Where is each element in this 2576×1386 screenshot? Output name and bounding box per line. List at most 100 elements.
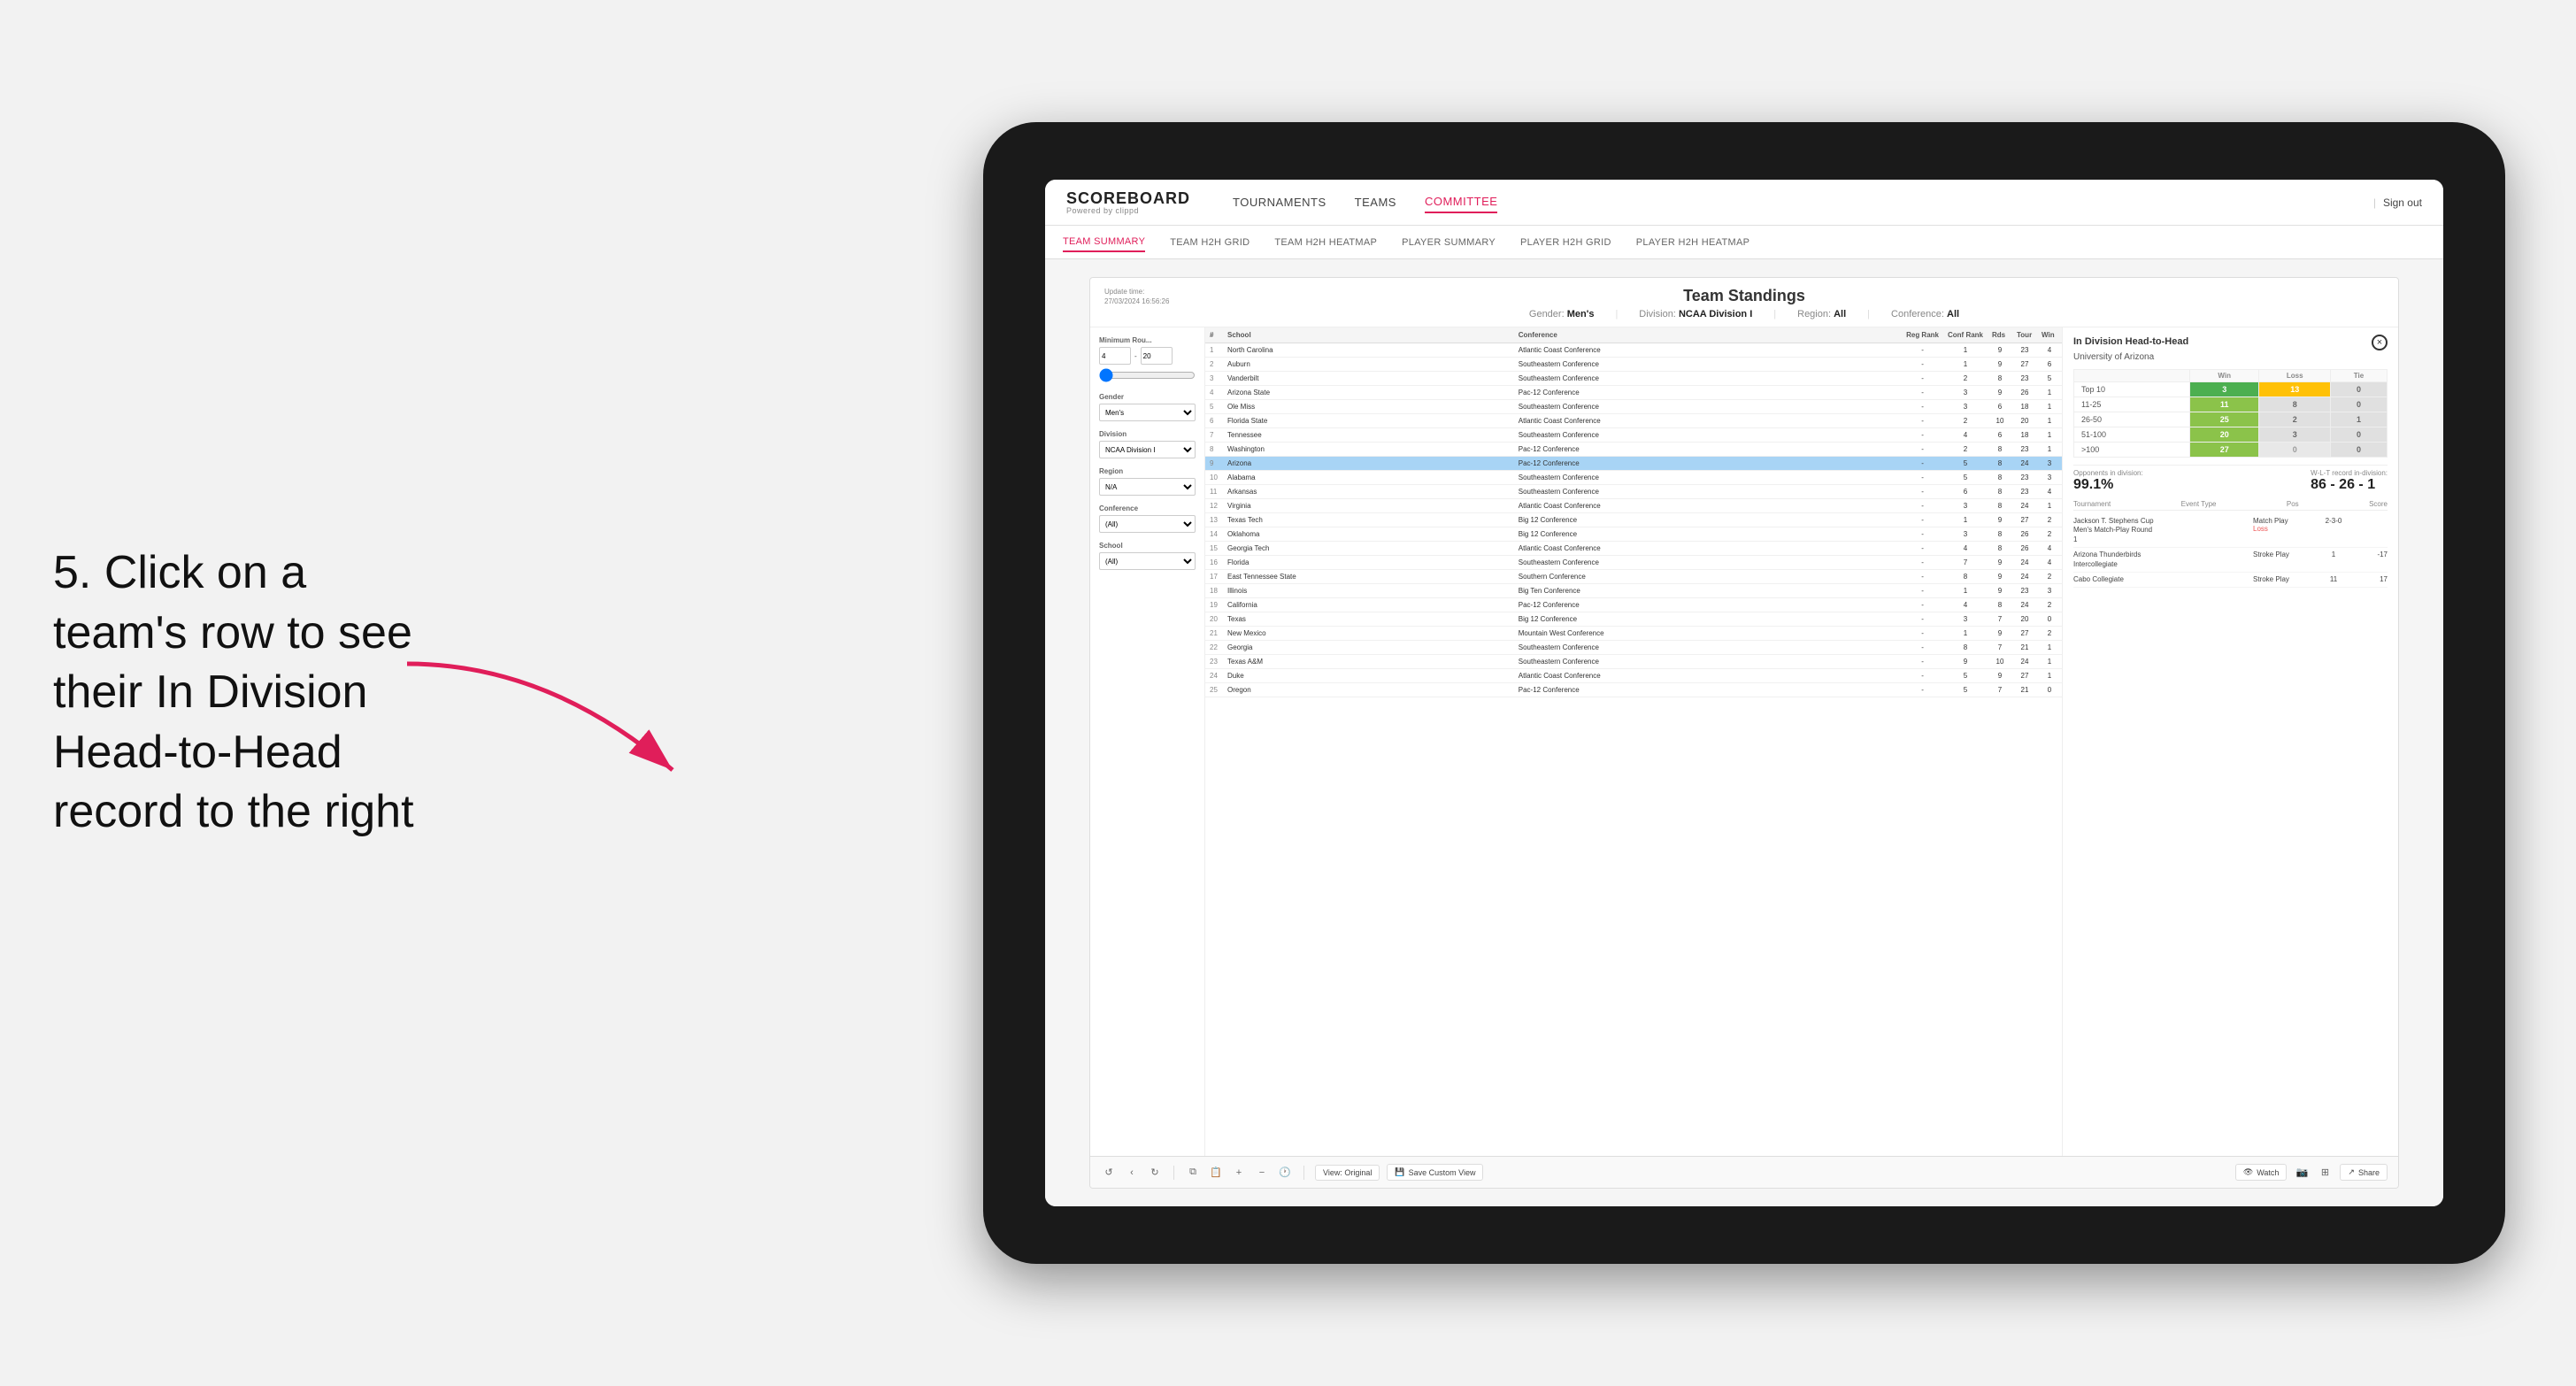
h2h-loss-2650: 2 bbox=[2259, 412, 2330, 427]
cell-school: Texas bbox=[1223, 612, 1514, 627]
undo-icon[interactable]: ↺ bbox=[1101, 1165, 1117, 1181]
filter-group-region: Region N/A bbox=[1099, 467, 1196, 496]
tournament-row-3[interactable]: Cabo Collegiate Stroke Play 11 17 bbox=[2073, 573, 2388, 588]
table-row[interactable]: 17 East Tennessee State Southern Confere… bbox=[1205, 570, 2062, 584]
table-row[interactable]: 16 Florida Southeastern Conference - 7 9… bbox=[1205, 556, 2062, 570]
cell-conference: Southeastern Conference bbox=[1514, 428, 1902, 443]
nav-committee[interactable]: COMMITTEE bbox=[1425, 191, 1498, 213]
table-row[interactable]: 20 Texas Big 12 Conference - 3 7 20 0 bbox=[1205, 612, 2062, 627]
record-label: W-L-T record in-division: bbox=[2311, 469, 2388, 477]
table-row[interactable]: 10 Alabama Southeastern Conference - 5 8… bbox=[1205, 471, 2062, 485]
h2h-row-1125[interactable]: 11-25 11 8 0 bbox=[2074, 397, 2388, 412]
gender-select[interactable]: Men's bbox=[1099, 404, 1196, 421]
cell-win: 1 bbox=[2037, 669, 2062, 683]
table-row[interactable]: 1 North Carolina Atlantic Coast Conferen… bbox=[1205, 343, 2062, 358]
table-row[interactable]: 12 Virginia Atlantic Coast Conference - … bbox=[1205, 499, 2062, 513]
cell-school: North Carolina bbox=[1223, 343, 1514, 358]
table-row[interactable]: 14 Oklahoma Big 12 Conference - 3 8 26 2 bbox=[1205, 527, 2062, 542]
subnav-player-h2h-heatmap[interactable]: PLAYER H2H HEATMAP bbox=[1636, 234, 1749, 251]
subnav-player-summary[interactable]: PLAYER SUMMARY bbox=[1402, 234, 1496, 251]
table-row[interactable]: 15 Georgia Tech Atlantic Coast Conferenc… bbox=[1205, 542, 2062, 556]
table-row[interactable]: 9 Arizona Pac-12 Conference - 5 8 24 3 bbox=[1205, 457, 2062, 471]
h2h-close-button[interactable]: × bbox=[2372, 335, 2388, 350]
clock-icon[interactable]: 🕐 bbox=[1277, 1165, 1293, 1181]
tournament-row-2[interactable]: Arizona ThunderbirdsIntercollegiate Stro… bbox=[2073, 548, 2388, 573]
min-rounds-slider[interactable] bbox=[1099, 368, 1196, 382]
save-custom-btn[interactable]: 💾 Save Custom View bbox=[1387, 1164, 1483, 1181]
table-row[interactable]: 3 Vanderbilt Southeastern Conference - 2… bbox=[1205, 372, 2062, 386]
min-rounds-max-input[interactable] bbox=[1141, 347, 1173, 365]
cell-rds: 9 bbox=[1988, 358, 2012, 372]
cell-conference: Pac-12 Conference bbox=[1514, 457, 1902, 471]
nav-teams[interactable]: TEAMS bbox=[1355, 192, 1396, 212]
cell-rds: 9 bbox=[1988, 669, 2012, 683]
cell-school: Oklahoma bbox=[1223, 527, 1514, 542]
h2h-title: In Division Head-to-Head bbox=[2073, 336, 2188, 347]
h2h-row-2650[interactable]: 26-50 25 2 1 bbox=[2074, 412, 2388, 427]
table-row[interactable]: 13 Texas Tech Big 12 Conference - 1 9 27… bbox=[1205, 513, 2062, 527]
school-select[interactable]: (All) bbox=[1099, 552, 1196, 570]
cell-tour: 27 bbox=[2012, 358, 2037, 372]
grid-icon[interactable]: ⊞ bbox=[2317, 1165, 2333, 1181]
table-row[interactable]: 22 Georgia Southeastern Conference - 8 7… bbox=[1205, 641, 2062, 655]
table-row[interactable]: 25 Oregon Pac-12 Conference - 5 7 21 0 bbox=[1205, 683, 2062, 697]
col-school: School bbox=[1223, 327, 1514, 343]
paste-icon[interactable]: 📋 bbox=[1208, 1165, 1224, 1181]
cell-conf-rank: 8 bbox=[1943, 570, 1988, 584]
conference-select[interactable]: (All) bbox=[1099, 515, 1196, 533]
table-row[interactable]: 8 Washington Pac-12 Conference - 2 8 23 … bbox=[1205, 443, 2062, 457]
sign-out-link[interactable]: Sign out bbox=[2383, 196, 2422, 209]
h2h-row-51100[interactable]: 51-100 20 3 0 bbox=[2074, 427, 2388, 443]
cell-school: Washington bbox=[1223, 443, 1514, 457]
screenshot-icon[interactable]: 📷 bbox=[2294, 1165, 2310, 1181]
nav-tournaments[interactable]: TOURNAMENTS bbox=[1233, 192, 1326, 212]
cell-school: Arizona bbox=[1223, 457, 1514, 471]
h2h-row-top10[interactable]: Top 10 3 13 0 bbox=[2074, 382, 2388, 397]
add-icon[interactable]: + bbox=[1231, 1165, 1247, 1181]
table-row[interactable]: 2 Auburn Southeastern Conference - 1 9 2… bbox=[1205, 358, 2062, 372]
h2h-col-win: Win bbox=[2189, 370, 2259, 382]
cell-rds: 10 bbox=[1988, 655, 2012, 669]
cell-reg-rank: - bbox=[1902, 428, 1943, 443]
redo-icon[interactable]: ↻ bbox=[1147, 1165, 1163, 1181]
table-row[interactable]: 5 Ole Miss Southeastern Conference - 3 6… bbox=[1205, 400, 2062, 414]
prev-icon[interactable]: ‹ bbox=[1124, 1165, 1140, 1181]
cell-conf-rank: 7 bbox=[1943, 556, 1988, 570]
table-row[interactable]: 6 Florida State Atlantic Coast Conferenc… bbox=[1205, 414, 2062, 428]
h2h-row-gt100[interactable]: >100 27 0 0 bbox=[2074, 443, 2388, 458]
table-row[interactable]: 18 Illinois Big Ten Conference - 1 9 23 … bbox=[1205, 584, 2062, 598]
view-original-btn[interactable]: View: Original bbox=[1315, 1165, 1380, 1181]
subnav-team-summary[interactable]: TEAM SUMMARY bbox=[1063, 233, 1145, 252]
sub-nav: TEAM SUMMARY TEAM H2H GRID TEAM H2H HEAT… bbox=[1045, 226, 2443, 259]
cell-rank: 18 bbox=[1205, 584, 1223, 598]
cell-tour: 27 bbox=[2012, 669, 2037, 683]
panel-body: Minimum Rou... - Gender bbox=[1090, 327, 2398, 1156]
table-row[interactable]: 23 Texas A&M Southeastern Conference - 9… bbox=[1205, 655, 2062, 669]
tournament-row-1[interactable]: Jackson T. Stephens CupMen's Match-Play … bbox=[2073, 514, 2388, 548]
cell-win: 2 bbox=[2037, 513, 2062, 527]
tourn-pos-3: 11 bbox=[2320, 575, 2347, 583]
watch-btn[interactable]: 👁 Watch bbox=[2235, 1164, 2288, 1181]
cell-win: 4 bbox=[2037, 343, 2062, 358]
table-row[interactable]: 11 Arkansas Southeastern Conference - 6 … bbox=[1205, 485, 2062, 499]
cell-tour: 20 bbox=[2012, 612, 2037, 627]
division-select[interactable]: NCAA Division I bbox=[1099, 441, 1196, 458]
subnav-player-h2h-grid[interactable]: PLAYER H2H GRID bbox=[1520, 234, 1611, 251]
subnav-team-h2h-heatmap[interactable]: TEAM H2H HEATMAP bbox=[1274, 234, 1377, 251]
table-row[interactable]: 4 Arizona State Pac-12 Conference - 3 9 … bbox=[1205, 386, 2062, 400]
share-btn[interactable]: ↗ Share bbox=[2340, 1164, 2388, 1181]
cell-school: Vanderbilt bbox=[1223, 372, 1514, 386]
col-conference: Conference bbox=[1514, 327, 1902, 343]
h2h-table: Win Loss Tie Top 10 3 13 bbox=[2073, 369, 2388, 458]
subnav-team-h2h-grid[interactable]: TEAM H2H GRID bbox=[1170, 234, 1250, 251]
min-rounds-input[interactable] bbox=[1099, 347, 1131, 365]
table-row[interactable]: 19 California Pac-12 Conference - 4 8 24… bbox=[1205, 598, 2062, 612]
table-row[interactable]: 7 Tennessee Southeastern Conference - 4 … bbox=[1205, 428, 2062, 443]
copy-icon[interactable]: ⧉ bbox=[1185, 1165, 1201, 1181]
minus-icon[interactable]: − bbox=[1254, 1165, 1270, 1181]
table-row[interactable]: 24 Duke Atlantic Coast Conference - 5 9 … bbox=[1205, 669, 2062, 683]
region-select[interactable]: N/A bbox=[1099, 478, 1196, 496]
cell-rank: 10 bbox=[1205, 471, 1223, 485]
table-row[interactable]: 21 New Mexico Mountain West Conference -… bbox=[1205, 627, 2062, 641]
cell-win: 2 bbox=[2037, 527, 2062, 542]
